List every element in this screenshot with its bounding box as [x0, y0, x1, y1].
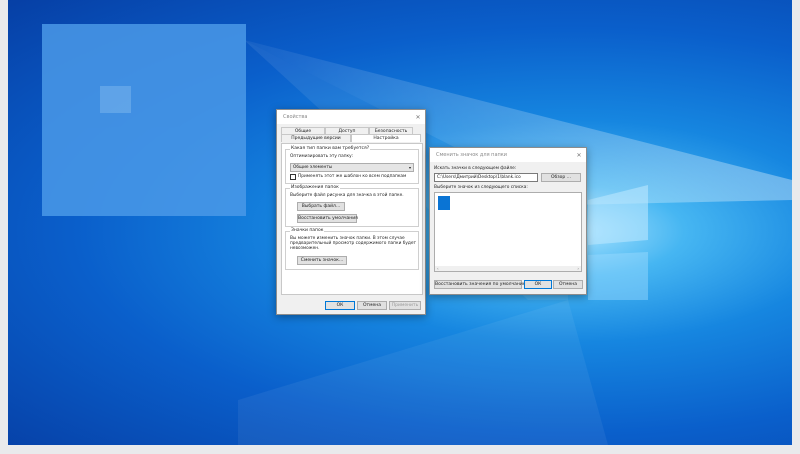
folder-icons-group: Значки папок Вы можете изменить значок п… — [285, 228, 419, 270]
optimize-group-caption: Какая тип папки вам требуется? — [290, 146, 371, 151]
desktop-background: Свойства ✕ Общие Доступ Безопасность Пре… — [8, 0, 792, 445]
ok-button[interactable]: ОК — [325, 301, 355, 310]
preview-tile — [100, 86, 131, 113]
browse-button[interactable]: Обзор ... — [541, 173, 581, 182]
scroll-left-icon[interactable]: ‹ — [437, 266, 439, 271]
properties-title: Свойства — [283, 114, 308, 120]
change-icon-title: Сменить значок для папки — [436, 152, 508, 158]
icon-list-label: Выберите значок из следующего списка: — [434, 185, 528, 190]
folder-type-select[interactable]: Общие элементы ▾ — [290, 163, 414, 172]
blank-folder-icon[interactable] — [438, 196, 450, 210]
apply-button[interactable]: Применить — [389, 301, 421, 310]
folder-pictures-caption: Изображения папок — [290, 185, 340, 190]
change-icon-button[interactable]: Сменить значок... — [297, 256, 347, 265]
folder-pictures-desc: Выберите файл рисунка для значка в этой … — [290, 193, 404, 198]
properties-titlebar: Свойства ✕ — [277, 110, 425, 124]
apply-subfolders-label: Применять этот же шаблон ко всем подпапк… — [298, 174, 407, 179]
tab-panel-customize: Какая тип папки вам требуется? Оптимизир… — [281, 143, 423, 295]
folder-icons-desc-3: невозможен. — [290, 246, 320, 251]
tab-previous-versions[interactable]: Предыдущие версии — [281, 134, 351, 142]
icon-file-label: Искать значки в следующем файле: — [434, 166, 517, 171]
restore-default-button[interactable]: Восстановить умолчания — [297, 214, 358, 223]
restore-defaults-button[interactable]: Восстановить значения по умолчанию — [434, 280, 527, 289]
scroll-right-icon[interactable]: › — [577, 266, 579, 271]
choose-file-button[interactable]: Выбрать файл... — [297, 202, 345, 211]
folder-pictures-group: Изображения папок Выберите файл рисунка … — [285, 185, 419, 227]
cancel-button[interactable]: Отмена — [357, 301, 387, 310]
close-icon[interactable]: ✕ — [572, 152, 586, 159]
change-icon-dialog: Сменить значок для папки ✕ Искать значки… — [429, 147, 587, 295]
desktop-window-preview — [42, 24, 246, 216]
close-icon[interactable]: ✕ — [411, 114, 425, 121]
folder-type-value: Общие элементы — [293, 165, 333, 170]
horizontal-scrollbar[interactable]: ‹ › — [435, 266, 581, 271]
change-icon-titlebar: Сменить значок для папки ✕ — [430, 148, 586, 162]
apply-subfolders-checkbox[interactable] — [290, 174, 296, 180]
tabs-row-2: Предыдущие версии Настройка — [281, 134, 421, 142]
chevron-down-icon: ▾ — [408, 165, 411, 170]
cancel-button[interactable]: Отмена — [553, 280, 583, 289]
ok-button[interactable]: ОК — [524, 280, 552, 289]
tab-customize[interactable]: Настройка — [351, 134, 421, 142]
optimize-label: Оптимизировать эту папку: — [290, 154, 354, 159]
properties-dialog: Свойства ✕ Общие Доступ Безопасность Пре… — [276, 109, 426, 315]
icon-file-input[interactable]: C:\Users\Дмитрий\Desktop\1\blank.ico — [434, 173, 538, 182]
optimize-group: Какая тип папки вам требуется? Оптимизир… — [285, 146, 419, 184]
icon-list[interactable]: ‹ › — [434, 192, 582, 272]
folder-icons-caption: Значки папок — [290, 228, 325, 233]
